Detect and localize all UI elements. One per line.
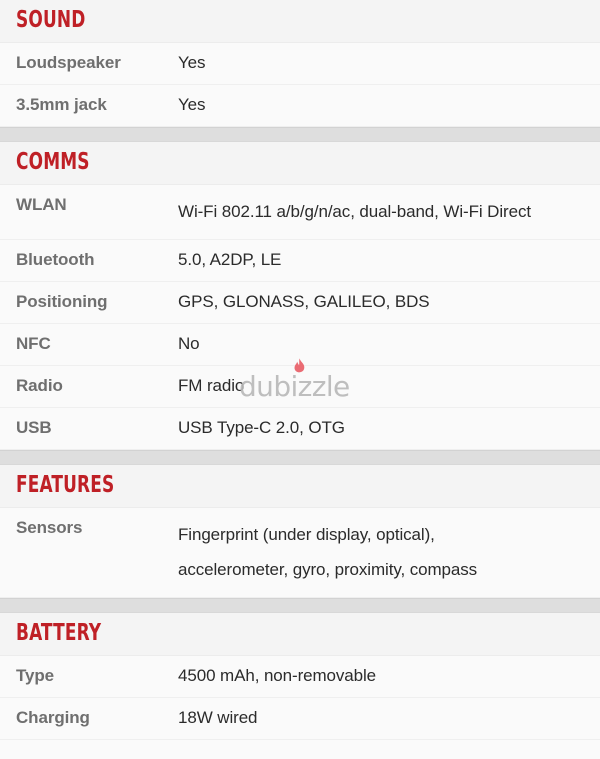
section-separator-band <box>0 450 600 465</box>
spec-row: USB USB Type-C 2.0, OTG <box>0 408 600 450</box>
spec-row: Bluetooth 5.0, A2DP, LE <box>0 240 600 282</box>
spec-label: Sensors <box>16 518 83 537</box>
spec-label: Type <box>16 666 55 685</box>
spec-value: Wi-Fi 802.11 a/b/g/n/ac, dual-band, Wi-F… <box>178 202 531 221</box>
section-title: BATTERY <box>16 620 102 646</box>
spec-value: Yes <box>178 53 206 72</box>
section-title: COMMS <box>16 149 90 175</box>
spec-row: Sensors Fingerprint (under display, optic… <box>0 508 600 598</box>
specification-sheet: SOUND Loudspeaker Yes 3.5mm jack Yes COMMS WLA… <box>0 0 600 759</box>
section-header-comms: COMMS <box>0 142 600 185</box>
spec-row: NFC No <box>0 324 600 366</box>
section-separator-band <box>0 598 600 613</box>
spec-label: USB <box>16 418 52 437</box>
section-title: FEATURES <box>16 472 115 498</box>
spec-label: NFC <box>16 334 51 353</box>
spec-value: 4500 mAh, non-removable <box>178 666 377 685</box>
spec-label: Radio <box>16 376 63 395</box>
spec-value: Fingerprint (under display, optical), ac… <box>178 525 478 579</box>
section-header-battery: BATTERY <box>0 613 600 656</box>
spec-value: GPS, GLONASS, GALILEO, BDS <box>178 292 430 311</box>
spec-label: 3.5mm jack <box>16 95 107 114</box>
spec-value: No <box>178 334 200 353</box>
spec-row: Charging 18W wired <box>0 698 600 740</box>
spec-label: WLAN <box>16 195 67 214</box>
spec-row: WLAN Wi-Fi 802.11 a/b/g/n/ac, dual-band, … <box>0 185 600 240</box>
spec-row: Radio FM radio <box>0 366 600 408</box>
spec-row: 3.5mm jack Yes <box>0 85 600 127</box>
spec-value: 5.0, A2DP, LE <box>178 250 282 269</box>
spec-row: Type 4500 mAh, non-removable <box>0 656 600 698</box>
spec-value: Yes <box>178 95 206 114</box>
spec-label: Loudspeaker <box>16 53 121 72</box>
section-title: SOUND <box>16 7 86 33</box>
section-header-features: FEATURES <box>0 465 600 508</box>
spec-label: Bluetooth <box>16 250 95 269</box>
spec-value: FM radio <box>178 376 245 395</box>
section-header-sound: SOUND <box>0 0 600 43</box>
spec-label: Charging <box>16 708 90 727</box>
spec-row: Positioning GPS, GLONASS, GALILEO, BDS <box>0 282 600 324</box>
spec-value: 18W wired <box>178 708 258 727</box>
sections-container: SOUND Loudspeaker Yes 3.5mm jack Yes COMMS WLA… <box>0 0 600 740</box>
spec-value: USB Type-C 2.0, OTG <box>178 418 345 437</box>
spec-row: Loudspeaker Yes <box>0 43 600 85</box>
section-separator-band <box>0 127 600 142</box>
spec-label: Positioning <box>16 292 108 311</box>
